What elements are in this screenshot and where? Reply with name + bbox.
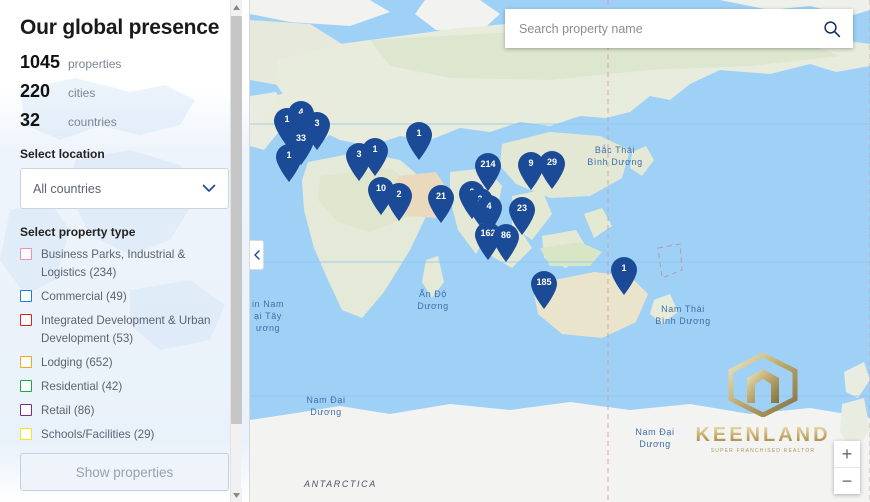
stat-properties-value: 1045 — [20, 52, 61, 72]
sidebar-scrollbar[interactable] — [230, 0, 242, 502]
chevron-down-icon — [202, 184, 216, 192]
property-type-residential[interactable]: Residential (42) — [20, 378, 229, 396]
stat-countries: 32 countries — [20, 110, 229, 131]
world-basemap — [250, 0, 870, 502]
map-pin-icon — [428, 185, 454, 223]
checkbox-icon[interactable] — [20, 379, 32, 392]
map-pin-icon — [406, 122, 432, 160]
checkbox-icon[interactable] — [20, 248, 32, 260]
stats-group: 1045 properties 220 cities 32 countries — [20, 52, 229, 131]
map-marker[interactable]: 185 — [529, 270, 559, 310]
page-title: Our global presence — [20, 16, 220, 39]
map-marker[interactable]: 1 — [609, 256, 639, 296]
checkbox-icon[interactable] — [20, 313, 32, 326]
location-select[interactable]: All countries — [20, 168, 229, 209]
location-select-value: All countries — [33, 181, 102, 196]
property-type-business-parks[interactable]: Business Parks, Industrial & Logistics (… — [20, 246, 229, 282]
stat-properties: 1045 properties — [20, 52, 229, 73]
map-pin-icon — [493, 224, 519, 262]
map-zoom-controls[interactable]: + − — [834, 441, 860, 494]
scroll-up-arrow-icon[interactable] — [231, 0, 242, 14]
map-pin-icon — [386, 183, 412, 221]
map-pin-icon — [531, 271, 557, 309]
map-canvas[interactable]: Bắc Thái Bình DươngẤn Độ Dươngin Nam ại … — [250, 0, 870, 502]
map-marker[interactable]: 1 — [274, 143, 304, 183]
checkbox-icon[interactable] — [20, 355, 32, 368]
checkbox-icon[interactable] — [20, 427, 32, 440]
scroll-down-arrow-icon[interactable] — [231, 488, 242, 502]
zoom-out-button[interactable]: − — [834, 468, 860, 494]
chevron-left-icon — [253, 250, 260, 260]
sidebar: Our global presence 1045 properties 220 … — [0, 0, 250, 502]
map-marker[interactable]: 29 — [537, 150, 567, 190]
stat-countries-value: 32 — [20, 110, 41, 130]
stat-cities: 220 cities — [20, 81, 229, 102]
property-type-list: Business Parks, Industrial & Logistics (… — [20, 246, 229, 444]
property-type-integrated-development[interactable]: Integrated Development & Urban Developme… — [20, 312, 229, 348]
search-icon[interactable] — [823, 20, 841, 38]
property-type-retail[interactable]: Retail (86) — [20, 402, 229, 420]
property-type-label: Integrated Development & Urban Developme… — [41, 313, 211, 345]
map-pin-icon — [276, 144, 302, 182]
stat-cities-label: cities — [68, 86, 96, 100]
property-type-label: Schools/Facilities (29) — [41, 427, 155, 441]
map-pin-icon — [539, 151, 565, 189]
select-property-type-label: Select property type — [20, 225, 136, 239]
show-properties-button[interactable]: Show properties — [20, 453, 229, 491]
map-pin-icon — [362, 138, 388, 176]
select-location-label: Select location — [20, 147, 105, 161]
map-marker[interactable]: 86 — [491, 223, 521, 263]
property-type-label: Residential (42) — [41, 379, 123, 393]
search-bar[interactable] — [505, 9, 853, 48]
zoom-in-button[interactable]: + — [834, 441, 860, 467]
property-type-label: Lodging (652) — [41, 355, 113, 369]
property-type-label: Retail (86) — [41, 403, 95, 417]
property-type-label: Commercial (49) — [41, 289, 127, 303]
search-input[interactable] — [519, 21, 823, 36]
stat-countries-label: countries — [68, 115, 117, 129]
property-type-label: Business Parks, Industrial & Logistics (… — [41, 248, 186, 279]
property-map-app: Our global presence 1045 properties 220 … — [0, 0, 870, 502]
map-marker[interactable]: 21 — [426, 184, 456, 224]
map-marker[interactable]: 2 — [384, 182, 414, 222]
sidebar-scrollbar-thumb[interactable] — [231, 16, 242, 424]
sidebar-collapse-button[interactable] — [250, 240, 264, 270]
map-marker[interactable]: 1 — [404, 121, 434, 161]
property-type-schools-facilities[interactable]: Schools/Facilities (29) — [20, 426, 229, 444]
map-pin-icon — [611, 257, 637, 295]
property-type-lodging[interactable]: Lodging (652) — [20, 354, 229, 372]
stat-properties-label: properties — [68, 57, 122, 71]
checkbox-icon[interactable] — [20, 403, 32, 416]
property-type-commercial[interactable]: Commercial (49) — [20, 288, 229, 306]
stat-cities-value: 220 — [20, 81, 51, 101]
map-marker[interactable]: 1 — [360, 137, 390, 177]
checkbox-icon[interactable] — [20, 289, 32, 302]
